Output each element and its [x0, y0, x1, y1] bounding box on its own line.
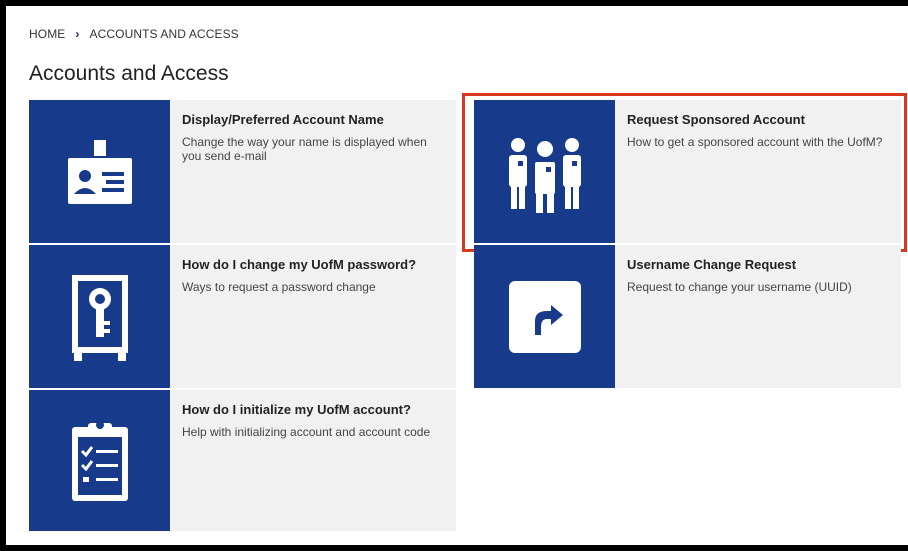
tile-icon-box [29, 100, 170, 243]
breadcrumb-home[interactable]: HOME [29, 27, 65, 41]
tile-text: Display/Preferred Account Name Change th… [170, 100, 456, 243]
tile-description: Change the way your name is displayed wh… [182, 135, 427, 163]
page-title: Accounts and Access [29, 62, 229, 85]
id-badge-icon [67, 139, 132, 204]
tile-description: Request to change your username (UUID) [627, 280, 852, 294]
breadcrumb-current: ACCOUNTS AND ACCESS [89, 27, 239, 41]
tile-text: How do I initialize my UofM account? Hel… [170, 390, 440, 531]
tile-initialize-account[interactable]: How do I initialize my UofM account? Hel… [29, 390, 456, 531]
clipboard-checklist-icon [71, 420, 128, 501]
tile-text: How do I change my UofM password? Ways t… [170, 245, 426, 388]
tile-title[interactable]: Display/Preferred Account Name [182, 112, 446, 127]
highlight-box [462, 93, 907, 252]
tile-title[interactable]: Username Change Request [627, 257, 852, 272]
tile-icon-box [29, 245, 170, 388]
tile-icon-box [474, 245, 615, 388]
tile-display-preferred-account-name[interactable]: Display/Preferred Account Name Change th… [29, 100, 456, 243]
tile-text: Username Change Request Request to chang… [615, 245, 862, 388]
tile-title[interactable]: How do I change my UofM password? [182, 257, 416, 272]
breadcrumb-separator: › [75, 27, 80, 41]
tile-change-password[interactable]: How do I change my UofM password? Ways t… [29, 245, 456, 388]
breadcrumb: HOME › ACCOUNTS AND ACCESS [29, 27, 239, 41]
tile-description: Help with initializing account and accou… [182, 425, 431, 439]
key-safe-icon [71, 274, 128, 361]
tile-title[interactable]: How do I initialize my UofM account? [182, 402, 430, 417]
tile-description: Ways to request a password change [182, 280, 376, 294]
tile-username-change-request[interactable]: Username Change Request Request to chang… [474, 245, 901, 388]
tile-icon-box [29, 390, 170, 531]
redirect-arrow-icon [508, 280, 581, 353]
